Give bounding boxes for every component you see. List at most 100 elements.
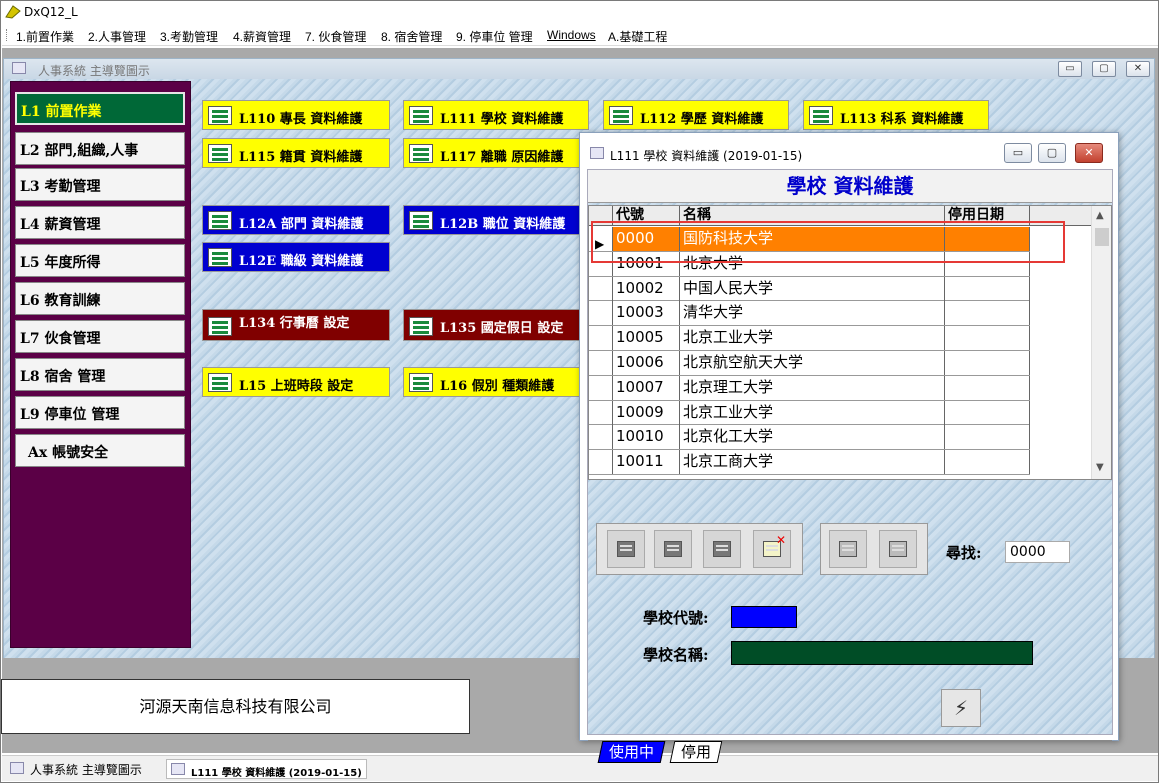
module-l115[interactable]: L115 籍貫 資料維護 (202, 138, 390, 168)
module-l113[interactable]: L113 科系 資料維護 (803, 100, 989, 130)
dialog-titlebar: L111 學校 資料維護 (2019-01-15) ▭ ▢ ✕ (580, 133, 1118, 169)
cell-name: 北京工业大学 (680, 326, 945, 351)
module-l16[interactable]: L16 假別 種類維護 (403, 367, 589, 397)
table-row[interactable]: 10001 北京大学 (589, 251, 1030, 277)
table-row[interactable]: 10003 清华大学 (589, 301, 1030, 327)
delete-record-button[interactable]: ✕ (753, 530, 791, 568)
menu-item-personnel[interactable]: 2.人事管理 (88, 28, 146, 45)
cell-date (945, 227, 1030, 251)
find-input[interactable]: 0000 (1005, 541, 1070, 563)
row-indicator-cell: ▶ (589, 227, 613, 251)
row-indicator-cell (589, 251, 613, 276)
cell-code: 10010 (613, 425, 680, 450)
copy-record-button[interactable] (703, 530, 741, 568)
nav-l9-parking[interactable]: L9 停車位 管理 (15, 396, 185, 429)
menu-item-dorm[interactable]: 8. 宿舍管理 (381, 28, 442, 45)
menu-item-payroll[interactable]: 4.薪資管理 (233, 28, 291, 45)
module-l12e[interactable]: L12E 職級 資料維護 (202, 242, 390, 272)
lightning-icon: ⚡ (953, 696, 969, 720)
menu-item-parking[interactable]: 9. 停車位 管理 (456, 28, 533, 45)
table-row[interactable]: ▶ 0000 国防科技大学 (589, 227, 1030, 252)
module-l111[interactable]: L111 學校 資料維護 (403, 100, 589, 130)
column-name[interactable]: 名稱 (680, 206, 945, 226)
menu-item-base[interactable]: A.基礎工程 (608, 28, 667, 45)
add-icon (617, 541, 635, 557)
school-code-field[interactable] (731, 606, 797, 628)
nav-ax-security[interactable]: Ax 帳號安全 (15, 434, 185, 467)
table-row[interactable]: 10006 北京航空航天大学 (589, 351, 1030, 376)
cell-date (945, 251, 1030, 276)
module-l134[interactable]: L134 行事曆 設定 (202, 309, 390, 341)
cell-code: 10003 (613, 301, 680, 326)
module-l15[interactable]: L15 上班時段 設定 (202, 367, 390, 397)
table-row[interactable]: 10010 北京化工大学 (589, 425, 1030, 451)
nav-l7-meals[interactable]: L7 伙食管理 (15, 320, 185, 353)
cell-code: 10002 (613, 276, 680, 301)
grid-scrollbar[interactable]: ▲ ▼ (1091, 206, 1111, 479)
module-l112[interactable]: L112 學歷 資料維護 (603, 100, 789, 130)
maximize-button[interactable]: ▢ (1092, 61, 1116, 77)
edit-record-button[interactable] (654, 530, 692, 568)
cell-date (945, 400, 1030, 425)
row-indicator-cell (589, 276, 613, 301)
table-row[interactable]: 10011 北京工商大学 (589, 450, 1030, 475)
app-title: DxQ12_L (24, 5, 78, 19)
nav-l8-dorm[interactable]: L8 宿舍 管理 (15, 358, 185, 391)
module-l12a[interactable]: L12A 部門 資料維護 (202, 205, 390, 235)
dialog-close-button[interactable]: ✕ (1075, 143, 1103, 163)
column-code[interactable]: 代號 (613, 206, 680, 226)
table-row[interactable]: 10002 中国人民大学 (589, 276, 1030, 302)
module-l117[interactable]: L117 離職 原因維護 (403, 138, 589, 168)
school-code-label: 學校代號: (643, 609, 709, 627)
copy-icon (713, 541, 731, 557)
nav-l3-attendance[interactable]: L3 考勤管理 (15, 168, 185, 201)
menu-item-attendance[interactable]: 3.考勤管理 (160, 28, 218, 45)
school-name-field[interactable] (731, 641, 1033, 665)
dialog-minimize-button[interactable]: ▭ (1004, 143, 1032, 163)
print-button[interactable] (829, 530, 867, 568)
form-icon (208, 373, 232, 392)
nav-l1-setup[interactable]: L1 前置作業 (15, 92, 185, 125)
record-toolbar: ✕ (596, 523, 803, 575)
form-icon (208, 317, 232, 336)
form-icon (409, 317, 433, 336)
module-l110[interactable]: L110 專長 資料維護 (202, 100, 390, 130)
cell-code: 10001 (613, 251, 680, 276)
nav-l5-income[interactable]: L5 年度所得 (15, 244, 185, 277)
save-button[interactable]: ⚡ (941, 689, 981, 727)
scroll-down-icon[interactable]: ▼ (1096, 462, 1104, 473)
table-row[interactable]: 10009 北京工业大学 (589, 400, 1030, 426)
dialog-maximize-button[interactable]: ▢ (1038, 143, 1066, 163)
nav-l4-payroll[interactable]: L4 薪資管理 (15, 206, 185, 239)
school-grid[interactable]: 代號 名稱 停用日期 ▶ 0000 国防科技大学 10001 北京大学 10002… (588, 205, 1112, 480)
cell-name: 北京化工大学 (680, 425, 945, 450)
exit-button[interactable] (879, 530, 917, 568)
nav-l6-training[interactable]: L6 教育訓練 (15, 282, 185, 315)
grid-header: 代號 名稱 停用日期 (589, 206, 1099, 226)
cell-name: 北京工商大学 (680, 450, 945, 475)
module-l135[interactable]: L135 國定假日 設定 (403, 309, 589, 341)
tab-active[interactable]: 使用中 (597, 741, 666, 763)
scroll-thumb[interactable] (1095, 228, 1109, 246)
column-disable-date[interactable]: 停用日期 (945, 206, 1030, 226)
scroll-up-icon[interactable]: ▲ (1096, 210, 1104, 221)
nav-l2-dept[interactable]: L2 部門,組織,人事 (15, 132, 185, 165)
module-l12b[interactable]: L12B 職位 資料維護 (403, 205, 589, 235)
main-nav-title: 人事系統 主導覽圖示 (38, 64, 150, 78)
menu-item-meals[interactable]: 7. 伙食管理 (305, 28, 366, 45)
table-row[interactable]: 10005 北京工业大学 (589, 326, 1030, 351)
taskbar-item-l111[interactable]: L111 學校 資料維護 (2019-01-15) (166, 759, 367, 779)
form-icon (409, 144, 433, 163)
add-record-button[interactable] (607, 530, 645, 568)
table-row[interactable]: 10007 北京理工大学 (589, 375, 1030, 401)
app-logo-icon (5, 5, 21, 19)
menu-item-setup[interactable]: 1.前置作業 (16, 28, 74, 45)
cell-name: 国防科技大学 (680, 227, 945, 251)
taskbar-item-main-nav[interactable]: 人事系統 主導覽圖示 (6, 759, 146, 779)
menu-item-windows[interactable]: Windows (547, 28, 596, 42)
close-button[interactable]: ✕ (1126, 61, 1150, 77)
tab-disabled[interactable]: 停用 (669, 741, 723, 763)
minimize-button[interactable]: ▭ (1058, 61, 1082, 77)
form-icon (409, 211, 433, 230)
app-window: DxQ12_L 1.前置作業 2.人事管理 3.考勤管理 4.薪資管理 7. 伙… (0, 0, 1159, 783)
